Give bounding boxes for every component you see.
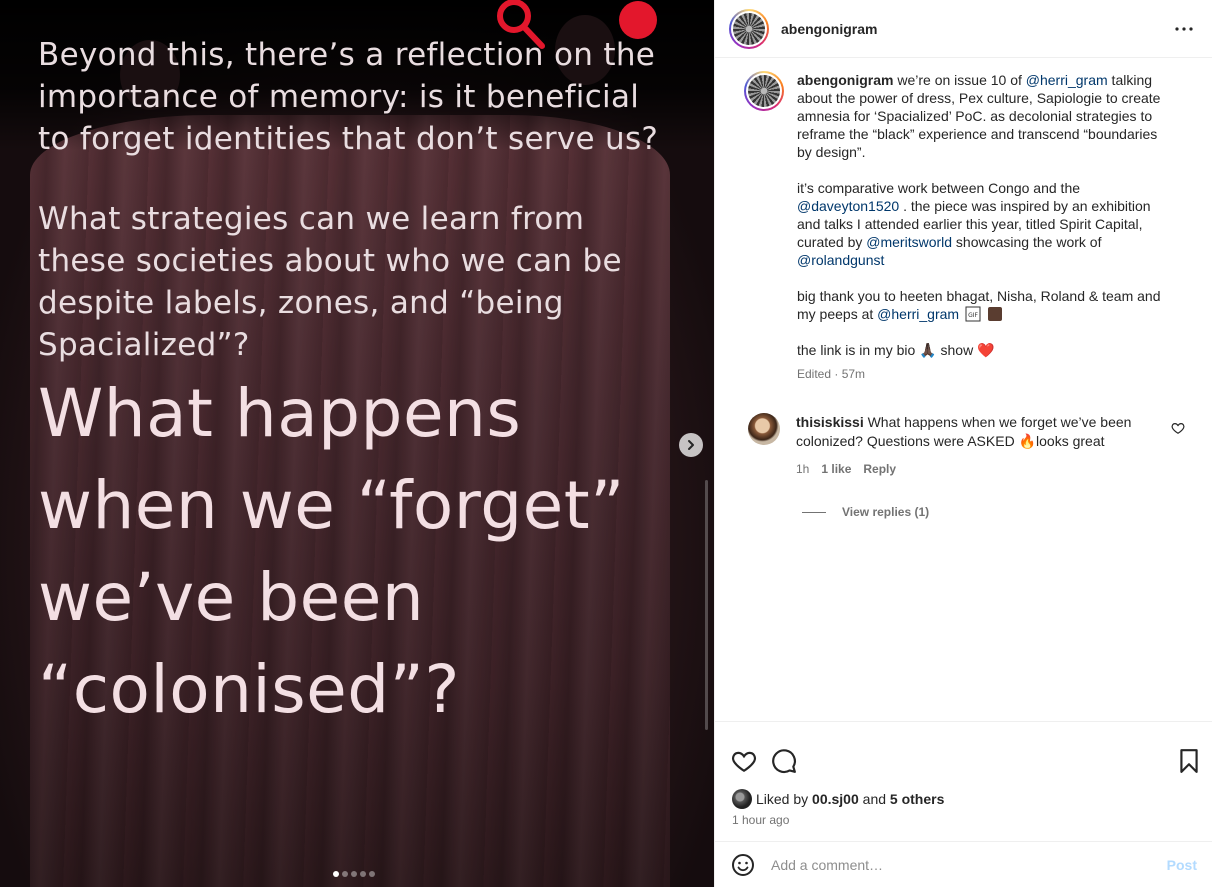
carousel-dot	[342, 871, 348, 877]
headline-line-1: What happens	[38, 375, 522, 452]
comment-time: 1h	[796, 462, 810, 476]
add-comment-bar: Post	[715, 841, 1212, 887]
post-timestamp[interactable]: 1 hour ago	[732, 813, 789, 827]
mention-link[interactable]: @herri_gram	[877, 306, 959, 322]
carousel-dot	[333, 871, 339, 877]
comments-section[interactable]: abengonigram we’re on issue 10 of @herri…	[715, 59, 1212, 721]
caption-meta: Edited · 57m	[797, 367, 866, 381]
likes-and: and	[858, 791, 890, 807]
carousel-dot	[351, 871, 357, 877]
overlay-paragraph-2: What strategies can we learn from these …	[38, 201, 622, 363]
mention-link[interactable]: @herri_gram	[1026, 72, 1108, 88]
caption: abengonigram we’re on issue 10 of @herri…	[731, 71, 1197, 383]
smile-icon[interactable]	[731, 853, 755, 877]
headline-line-3: we’ve been	[38, 559, 425, 636]
comment-likes-link[interactable]: 1 like	[821, 460, 851, 479]
gif-emoji-icon: GIF	[965, 306, 981, 322]
header-avatar[interactable]	[729, 8, 769, 49]
svg-text:GIF: GIF	[968, 312, 978, 319]
bookmark-icon[interactable]	[1176, 748, 1202, 774]
mention-link[interactable]: @rolandgunst	[797, 252, 884, 268]
comment-body: thisiskissi What happens when we forget …	[796, 413, 1148, 479]
mention-link[interactable]: @daveyton1520	[797, 198, 899, 214]
headline-line-2: when we “forget”	[38, 467, 625, 544]
likes-others-link[interactable]: 5 others	[890, 791, 944, 807]
view-replies-label: View replies (1)	[842, 505, 930, 519]
carousel-dot	[369, 871, 375, 877]
chevron-right-icon	[688, 440, 694, 450]
post-comment-button[interactable]: Post	[1167, 857, 1197, 873]
comment-input[interactable]	[771, 856, 1167, 873]
liker-username[interactable]: 00.sj00	[812, 791, 859, 807]
comment-heart-icon[interactable]	[1171, 421, 1185, 435]
record-dot-icon	[619, 1, 657, 39]
liker-avatar[interactable]	[732, 789, 752, 809]
caption-text-part: it’s comparative work between Congo and …	[797, 180, 1081, 196]
heart-emoji-icon: ❤️	[977, 342, 995, 358]
avatar	[748, 75, 780, 107]
brown-square-emoji-icon	[987, 307, 1002, 321]
comment-avatar[interactable]	[748, 413, 780, 445]
comment-text: looks great	[1036, 433, 1105, 449]
pray-emoji-icon: 🙏🏿	[919, 342, 937, 358]
caption-text-part: the link is in my bio	[797, 342, 920, 358]
post-side-panel: abengonigram abengonigram we’re on issue…	[714, 0, 1212, 887]
overlay-headline: What happens when we “forget” we’ve been…	[38, 368, 698, 736]
replies-divider	[802, 511, 826, 513]
reply-button[interactable]: Reply	[863, 460, 896, 479]
mention-link[interactable]: @meritsworld	[866, 234, 952, 250]
post-header: abengonigram	[715, 0, 1212, 58]
caption-text: abengonigram we’re on issue 10 of @herri…	[797, 71, 1172, 383]
next-image-button[interactable]	[679, 433, 703, 457]
headline-line-4: “colonised”?	[38, 651, 460, 728]
post-image[interactable]: Beyond this, there’s a reflection on the…	[0, 0, 714, 887]
caption-username[interactable]: abengonigram	[797, 72, 893, 88]
avatar	[733, 12, 765, 45]
post-actions: Liked by 00.sj00 and 5 others 1 hour ago	[715, 721, 1212, 841]
view-replies-button[interactable]: View replies (1)	[802, 505, 1197, 519]
caption-avatar[interactable]	[744, 71, 784, 111]
image-scrollbar[interactable]	[705, 480, 708, 730]
caption-text-part: show	[936, 342, 978, 358]
heart-icon[interactable]	[731, 748, 757, 774]
fire-emoji-icon: 🔥	[1018, 433, 1037, 449]
carousel-dot	[360, 871, 366, 877]
caption-text-part: showcasing the work of	[952, 234, 1102, 250]
comment-username[interactable]: thisiskissi	[796, 414, 864, 430]
header-username[interactable]: abengonigram	[781, 21, 1172, 37]
caption-text-part: we’re on issue 10 of	[897, 72, 1026, 88]
search-icon	[497, 0, 545, 49]
more-icon[interactable]	[1172, 17, 1196, 41]
comment-actions: 1h 1 like Reply	[796, 460, 1148, 479]
likes-summary: Liked by 00.sj00 and 5 others	[732, 789, 944, 809]
likes-prefix: Liked by	[756, 791, 809, 807]
carousel-indicator	[333, 871, 375, 877]
comment: thisiskissi What happens when we forget …	[731, 413, 1197, 479]
overlay-paragraph-1: Beyond this, there’s a reflection on the…	[38, 37, 659, 157]
comment-icon[interactable]	[771, 748, 797, 774]
